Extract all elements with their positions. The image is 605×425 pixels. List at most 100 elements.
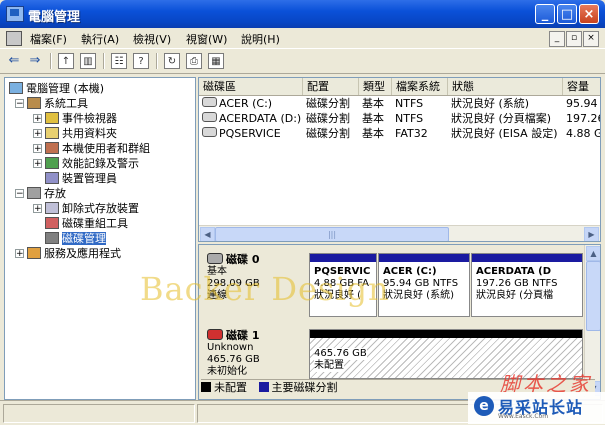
- disk1-size: 465.76 GB: [207, 354, 260, 365]
- tree-node-root[interactable]: 電腦管理 (本機): [9, 81, 104, 96]
- mdi-restore-button[interactable]: ▫: [566, 31, 582, 47]
- partition-name: ACER (C:): [383, 266, 437, 277]
- expand-toggle[interactable]: +: [33, 204, 42, 214]
- system-tools-label: 系統工具: [44, 97, 88, 110]
- disk-icon: [207, 253, 223, 264]
- column-header-layout[interactable]: 配置: [303, 78, 359, 95]
- disk1-info[interactable]: 磁碟 1 Unknown 465.76 GB 未初始化: [199, 329, 305, 379]
- disk-warning-icon: [207, 329, 223, 340]
- column-header-status[interactable]: 狀態: [448, 78, 563, 95]
- menu-bar: 檔案(F) 執行(A) 檢視(V) 視窗(W) 說明(H) _ ▫ ×: [0, 28, 605, 48]
- tree-node-removable-storage[interactable]: 卸除式存放裝置: [45, 201, 139, 216]
- partition-name: ACERDATA (D: [476, 266, 552, 277]
- partition-size: 197.26 GB NTFS: [476, 278, 558, 289]
- shared-folders-label: 共用資料夾: [62, 127, 117, 140]
- properties-icon[interactable]: ☷: [111, 53, 127, 69]
- expand-toggle[interactable]: +: [33, 159, 42, 169]
- forward-arrow-icon[interactable]: ⇒: [27, 53, 43, 69]
- disk1-name: 磁碟 1: [226, 329, 260, 342]
- scrollbar-thumb[interactable]: |||: [215, 227, 449, 241]
- refresh-icon[interactable]: ↻: [164, 53, 180, 69]
- tree-node-services[interactable]: 服務及應用程式: [27, 246, 121, 261]
- tree-node-shared-folders[interactable]: 共用資料夾: [45, 126, 117, 141]
- partition-status: 狀況良好 (: [314, 290, 362, 301]
- help-topic-icon[interactable]: ▦: [208, 53, 224, 69]
- vertical-scrollbar[interactable]: ▲ ▼: [584, 245, 600, 397]
- volume-type: 基本: [362, 97, 384, 110]
- partition-acer-c[interactable]: ACER (C:) 95.94 GB NTFS 狀況良好 (系統): [378, 253, 470, 317]
- menu-view[interactable]: 檢視(V): [133, 31, 171, 47]
- column-header-volume[interactable]: 磁碟區: [199, 78, 303, 95]
- partition-acerdata-d[interactable]: ACERDATA (D 197.26 GB NTFS 狀況良好 (分頁檔: [471, 253, 583, 317]
- volume-filesystem: FAT32: [395, 127, 428, 140]
- partition-status: 狀況良好 (系統): [383, 290, 454, 301]
- primary-partition-bar: [472, 254, 582, 262]
- column-header-capacity[interactable]: 容量: [563, 78, 600, 95]
- close-button[interactable]: ×: [579, 4, 599, 24]
- expand-toggle[interactable]: +: [33, 144, 42, 154]
- scroll-left-arrow-icon[interactable]: ◀: [200, 227, 215, 241]
- partition-name: PQSERVIC: [314, 266, 371, 277]
- partition-pqservice[interactable]: PQSERVIC 4.88 GB FA 狀況良好 (: [309, 253, 377, 317]
- help-icon[interactable]: ?: [133, 53, 149, 69]
- partition-size: 95.94 GB NTFS: [383, 278, 459, 289]
- menu-help[interactable]: 說明(H): [241, 31, 280, 47]
- volume-name: PQSERVICE: [219, 127, 281, 140]
- volume-status: 狀況良好 (EISA 設定): [451, 127, 558, 140]
- title-bar[interactable]: 電腦管理 _ □ ×: [0, 0, 605, 28]
- disk0-status: 連線: [207, 290, 227, 301]
- tree-node-storage[interactable]: 存放: [27, 186, 66, 201]
- scroll-up-arrow-icon[interactable]: ▲: [586, 246, 600, 261]
- menu-window[interactable]: 視窗(W): [186, 31, 227, 47]
- scrollbar-thumb[interactable]: [586, 261, 600, 331]
- expand-toggle[interactable]: +: [33, 129, 42, 139]
- collapse-toggle[interactable]: −: [15, 189, 24, 199]
- back-arrow-icon[interactable]: ⇐: [6, 53, 22, 69]
- tree-node-event-viewer[interactable]: 事件檢視器: [45, 111, 117, 126]
- mmc-console-icon[interactable]: [6, 31, 22, 46]
- console-tree: 電腦管理 (本機) − 系統工具 + 事件檢視器 + 共用資料夾 + 本機使用者…: [4, 77, 196, 400]
- mdi-minimize-button[interactable]: _: [549, 31, 565, 47]
- expand-toggle[interactable]: +: [33, 114, 42, 124]
- tree-node-system-tools[interactable]: 系統工具: [27, 96, 88, 111]
- menu-file[interactable]: 檔案(F): [30, 31, 67, 47]
- table-row[interactable]: ACER (C:) 磁碟分割 基本 NTFS 狀況良好 (系統) 95.94: [199, 96, 600, 111]
- status-cell: [3, 404, 195, 423]
- collapse-toggle[interactable]: −: [15, 99, 24, 109]
- column-header-type[interactable]: 類型: [359, 78, 392, 95]
- services-label: 服務及應用程式: [44, 247, 121, 260]
- tree-node-disk-management[interactable]: 磁碟管理: [45, 231, 106, 246]
- menu-action[interactable]: 執行(A): [81, 31, 119, 47]
- column-header-filesystem[interactable]: 檔案系統: [392, 78, 448, 95]
- volume-icon: [202, 112, 217, 122]
- mdi-close-button[interactable]: ×: [583, 31, 599, 47]
- show-hide-tree-icon[interactable]: ▥: [80, 53, 96, 69]
- primary-partition-bar: [310, 254, 376, 262]
- event-viewer-label: 事件檢視器: [62, 112, 117, 125]
- table-row[interactable]: ACERDATA (D:) 磁碟分割 基本 NTFS 狀況良好 (分頁檔案) 1…: [199, 111, 600, 126]
- scroll-right-arrow-icon[interactable]: ▶: [584, 227, 599, 241]
- legend-unallocated-swatch: [201, 382, 211, 392]
- removable-storage-label: 卸除式存放裝置: [62, 202, 139, 215]
- horizontal-scrollbar[interactable]: ◀ ||| ▶: [199, 225, 600, 241]
- performance-icon: [45, 157, 59, 169]
- table-row[interactable]: PQSERVICE 磁碟分割 基本 FAT32 狀況良好 (EISA 設定) 4…: [199, 126, 600, 141]
- disk0-info[interactable]: 磁碟 0 基本 298.09 GB 連線: [199, 253, 305, 315]
- local-users-label: 本機使用者和群組: [62, 142, 150, 155]
- up-folder-icon[interactable]: ↑: [58, 53, 74, 69]
- tree-node-defrag[interactable]: 磁碟重組工具: [45, 216, 128, 231]
- computer-management-icon: [6, 6, 24, 22]
- volume-capacity: 197.26: [566, 112, 601, 125]
- expand-toggle[interactable]: +: [15, 249, 24, 259]
- disk-management-label: 磁碟管理: [62, 232, 106, 245]
- tree-node-local-users[interactable]: 本機使用者和群組: [45, 141, 150, 156]
- status-cell: [197, 404, 603, 423]
- disk-legend: 未配置 主要磁碟分割: [201, 379, 595, 396]
- tree-node-performance[interactable]: 效能記錄及警示: [45, 156, 139, 171]
- maximize-button[interactable]: □: [557, 4, 577, 24]
- disk1-status: 未初始化: [207, 366, 247, 377]
- export-icon[interactable]: ⎙: [186, 53, 202, 69]
- partition-unallocated[interactable]: 465.76 GB 未配置: [309, 329, 583, 379]
- minimize-button[interactable]: _: [535, 4, 555, 24]
- tree-node-device-manager[interactable]: 裝置管理員: [45, 171, 117, 186]
